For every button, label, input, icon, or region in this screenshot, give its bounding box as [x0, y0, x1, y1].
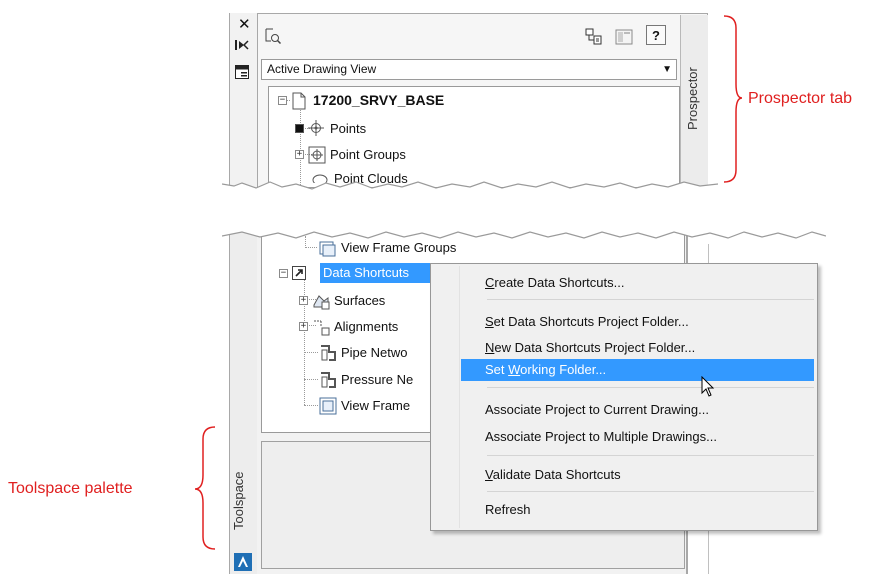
tree-item-label: Point Groups: [330, 146, 406, 162]
menu-item-create-data-shortcuts[interactable]: Create Data Shortcuts...: [461, 272, 814, 294]
help-icon[interactable]: ?: [646, 25, 666, 45]
close-icon[interactable]: ✕: [238, 15, 251, 33]
tree-item-pipe-networks[interactable]: Pipe Netwo: [319, 344, 408, 361]
zoom-icon[interactable]: [262, 25, 284, 47]
menu-item-refresh[interactable]: Refresh: [461, 499, 814, 521]
menu-item-associate-multiple[interactable]: Associate Project to Multiple Drawings..…: [461, 426, 814, 448]
prospector-brace: [722, 14, 744, 187]
view-frame-groups-icon: [319, 239, 336, 257]
tree-item-view-frame-groups[interactable]: View Frame Groups: [319, 239, 457, 257]
tree-item-label: Pressure Ne: [341, 371, 414, 387]
tree-layout-icon[interactable]: [583, 26, 605, 48]
tree-item-point-groups[interactable]: + Point Groups: [295, 146, 406, 164]
points-icon: [308, 120, 324, 136]
collapse-toggle-icon[interactable]: −: [278, 95, 287, 105]
menu-item-set-working-folder[interactable]: Set Working Folder...: [461, 359, 814, 381]
expand-toggle-icon[interactable]: +: [295, 149, 304, 159]
tree-item-label: Alignments: [334, 318, 399, 334]
torn-edge-top: [222, 222, 826, 244]
pipe-network-icon: [319, 344, 336, 361]
drawing-icon: [291, 92, 307, 110]
tree-item-label: Points: [330, 120, 367, 136]
torn-edge: [222, 176, 718, 202]
prospector-tab[interactable]: Prospector: [685, 67, 700, 130]
menu-separator: [487, 387, 814, 388]
civil3d-logo-icon[interactable]: [234, 553, 252, 571]
toolspace-brace: [189, 425, 219, 554]
view-dropdown-value: Active Drawing View: [267, 62, 377, 76]
menu-separator: [487, 299, 814, 300]
tree-item-label: View Frame Groups: [341, 239, 457, 255]
toolspace-palette-annotation: Toolspace palette: [8, 480, 133, 497]
expand-toggle-icon[interactable]: [295, 123, 304, 133]
menu-item-associate-current[interactable]: Associate Project to Current Drawing...: [461, 399, 814, 421]
panel-icon[interactable]: [613, 26, 635, 48]
tree-root-label: 17200_SRVY_BASE: [313, 92, 445, 108]
tree-item-surfaces[interactable]: + Surfaces: [299, 292, 386, 310]
view-frame-icon: [319, 397, 337, 415]
menu-item-set-project-folder[interactable]: Set Data Shortcuts Project Folder...: [461, 311, 814, 333]
tree-item-label: Surfaces: [334, 292, 386, 308]
menu-item-validate[interactable]: Validate Data Shortcuts: [461, 464, 814, 486]
prospector-tab-annotation: Prospector tab: [748, 90, 853, 107]
tree-item-view-frame[interactable]: View Frame: [319, 397, 411, 415]
point-groups-icon: [308, 146, 326, 164]
menu-item-new-project-folder[interactable]: New Data Shortcuts Project Folder...: [461, 337, 814, 359]
chevron-down-icon[interactable]: ▼: [662, 60, 672, 79]
tree-root-node[interactable]: − 17200_SRVY_BASE: [278, 92, 445, 110]
tree-item-label: Pipe Netwo: [341, 344, 408, 360]
expand-toggle-icon[interactable]: +: [299, 321, 308, 331]
tree-item-alignments[interactable]: + Alignments: [299, 318, 399, 336]
menu-separator: [487, 455, 814, 456]
tree-item-pressure-networks[interactable]: Pressure Ne: [319, 371, 414, 388]
alignments-icon: [312, 318, 330, 336]
menu-separator: [487, 491, 814, 492]
surfaces-icon: [312, 292, 330, 310]
mouse-cursor-icon: [701, 375, 715, 401]
tree-item-data-shortcuts-toggle[interactable]: −: [279, 266, 312, 280]
tree-item-label: View Frame: [341, 397, 411, 413]
toolspace-top-sidebar: ✕: [229, 13, 258, 188]
collapse-toggle-icon[interactable]: −: [279, 268, 288, 278]
collapse-icon[interactable]: [235, 39, 249, 54]
expand-toggle-icon[interactable]: +: [299, 295, 308, 305]
tree-item-points[interactable]: Points: [295, 120, 366, 136]
shortcut-icon: [292, 266, 306, 280]
view-dropdown[interactable]: Active Drawing View ▼: [261, 59, 677, 80]
properties-icon[interactable]: [235, 65, 249, 82]
toolspace-tab[interactable]: Toolspace: [231, 471, 246, 530]
pressure-network-icon: [319, 371, 336, 388]
tree-item-data-shortcuts[interactable]: Data Shortcuts: [320, 263, 432, 283]
